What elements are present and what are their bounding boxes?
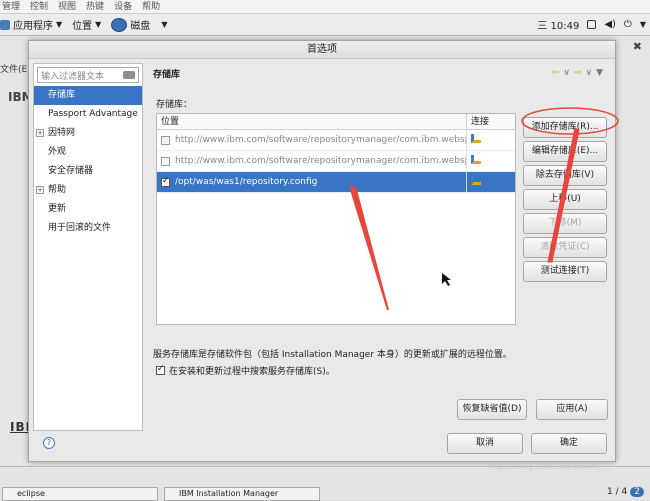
vm-menu-manage[interactable]: 管理 (2, 0, 20, 13)
filter-placeholder: 输入过滤器文本 (41, 71, 105, 82)
add-repository-button[interactable]: 添加存储库(R)... (523, 117, 607, 138)
close-icon[interactable]: ✖ (633, 40, 642, 53)
nav-item-rollback-files[interactable]: 用于回滚的文件 (34, 219, 142, 238)
table-header: 位置 连接 (157, 114, 515, 130)
pager-text: 1 / 4 (607, 487, 628, 497)
vm-menu-hotkey[interactable]: 热键 (86, 0, 104, 13)
remove-repository-button[interactable]: 除去存储库(V) (523, 165, 607, 186)
filter-input[interactable]: 输入过滤器文本 (37, 67, 139, 83)
history-nav: ⇦ ∨ ⇨ ∨ ▼ (552, 68, 603, 78)
watermark: https://blog.csdn.net/weixin_... (487, 462, 610, 471)
view-menu-icon[interactable]: ▼ (596, 68, 603, 78)
back-arrow-icon[interactable]: ⇦ (552, 68, 560, 78)
volume-icon[interactable]: ◀) (604, 19, 616, 30)
vm-menu-view[interactable]: 视图 (58, 0, 76, 13)
section-title: 存储库 (153, 70, 181, 80)
apply-button[interactable]: 应用(A) (536, 399, 608, 420)
preferences-dialog: 首选项 输入过滤器文本 存储库 Passport Advantage + 因特网 … (28, 40, 616, 462)
chevron-down-icon: ▼ (95, 20, 102, 29)
connection-icon (471, 176, 481, 185)
vm-menu-devices[interactable]: 设备 (114, 0, 132, 13)
background-file-menu: 文件(E (0, 65, 28, 75)
clock[interactable]: 三 10:49 (537, 17, 579, 32)
search-service-repos[interactable]: 在安装和更新过程中搜索服务存储库(S)。 (156, 364, 335, 377)
forward-arrow-icon[interactable]: ⇨ (574, 68, 582, 78)
ok-button[interactable]: 确定 (531, 433, 607, 454)
move-down-button[interactable]: 下移(M) (523, 213, 607, 234)
service-repository-info: 服务存储库是存储软件包（包括 Installation Manager 本身）的… (153, 350, 512, 360)
expand-icon[interactable]: + (36, 186, 44, 194)
window-icon[interactable] (587, 20, 597, 29)
row-location: http://www.ibm.com/software/repositoryma… (175, 156, 467, 166)
vm-menu-bar: 管理 控制 视图 热键 设备 帮助 (0, 0, 650, 14)
chevron-down-icon[interactable]: ∨ (585, 68, 592, 78)
panel-tray: 三 10:49 ◀) ⏻ ▼ (537, 17, 646, 32)
search-checkbox[interactable] (156, 364, 165, 375)
move-up-button[interactable]: 上移(U) (523, 189, 607, 210)
cancel-button[interactable]: 取消 (447, 433, 523, 454)
nav-item-appearance[interactable]: 外观 (34, 143, 142, 162)
nav-item-help[interactable]: + 帮助 (34, 181, 142, 200)
nav-item-passport-advantage[interactable]: Passport Advantage (34, 105, 142, 124)
preferences-nav: 输入过滤器文本 存储库 Passport Advantage + 因特网 外观 安… (33, 63, 143, 431)
repositories-label: 存储库： (156, 100, 193, 110)
disk-label: 磁盘 (130, 21, 151, 32)
places-menu[interactable]: 位置 ▼ (72, 17, 101, 32)
column-connection[interactable]: 连接 (467, 114, 515, 129)
nav-item-internet[interactable]: + 因特网 (34, 124, 142, 143)
test-connection-button[interactable]: 测试连接(T) (523, 261, 607, 282)
chevron-down-icon: ▼ (639, 20, 646, 29)
clear-icon[interactable] (123, 71, 135, 79)
chevron-down-icon: ▼ (56, 20, 63, 29)
top-panel: 应用程序 ▼ 位置 ▼ 磁盘 ▼ 三 10:49 ◀) ⏻ ▼ (0, 14, 650, 36)
disk-button[interactable]: 磁盘 ▼ (111, 17, 167, 32)
clear-credentials-button[interactable]: 清除凭证(C) (523, 237, 607, 258)
nav-item-repositories[interactable]: 存储库 (34, 86, 142, 105)
vm-menu-help[interactable]: 帮助 (142, 0, 160, 13)
column-location[interactable]: 位置 (157, 114, 467, 129)
nav-item-updates[interactable]: 更新 (34, 200, 142, 219)
help-icon[interactable]: ? (43, 437, 55, 449)
row-checkbox[interactable] (161, 176, 170, 187)
search-checkbox-label: 在安装和更新过程中搜索服务存储库(S)。 (169, 367, 335, 377)
chevron-down-icon[interactable]: ∨ (563, 68, 570, 78)
workspace-pager[interactable]: 1 / 4 2 (607, 487, 644, 497)
table-row[interactable]: http://www.ibm.com/software/repositoryma… (157, 151, 515, 172)
connection-icon (471, 155, 481, 164)
power-icon[interactable]: ⏻ (624, 19, 632, 30)
vm-menu-control[interactable]: 控制 (30, 0, 48, 13)
restore-defaults-button[interactable]: 恢复缺省值(D) (457, 399, 527, 420)
taskbar-installation-manager[interactable]: IBM Installation Manager (164, 487, 320, 501)
apps-icon (0, 19, 10, 30)
row-location: http://www.ibm.com/software/repositoryma… (175, 135, 467, 145)
taskbar-eclipse[interactable]: eclipse (2, 487, 158, 501)
places-label: 位置 (72, 21, 93, 32)
edit-repository-button[interactable]: 编辑存储库(E)... (523, 141, 607, 162)
pager-badge: 2 (630, 487, 644, 497)
disk-icon (111, 17, 128, 32)
table-row[interactable]: http://www.ibm.com/software/repositoryma… (157, 130, 515, 151)
applications-label: 应用程序 (13, 21, 53, 32)
expand-icon[interactable]: + (36, 129, 44, 137)
connection-icon (471, 134, 481, 143)
chevron-down-icon: ▼ (161, 20, 168, 29)
row-checkbox[interactable] (161, 156, 170, 166)
table-row[interactable]: /opt/was/was1/repository.config (157, 172, 515, 193)
dialog-title: 首选项 (29, 41, 615, 59)
applications-menu[interactable]: 应用程序 ▼ (0, 17, 62, 32)
nav-item-secure-storage[interactable]: 安全存储器 (34, 162, 142, 181)
repositories-table: 位置 连接 http://www.ibm.com/software/reposi… (156, 113, 516, 325)
row-checkbox[interactable] (161, 135, 170, 145)
taskbar: eclipse IBM Installation Manager 1 / 4 2 (0, 466, 650, 501)
row-location: /opt/was/was1/repository.config (175, 177, 318, 187)
